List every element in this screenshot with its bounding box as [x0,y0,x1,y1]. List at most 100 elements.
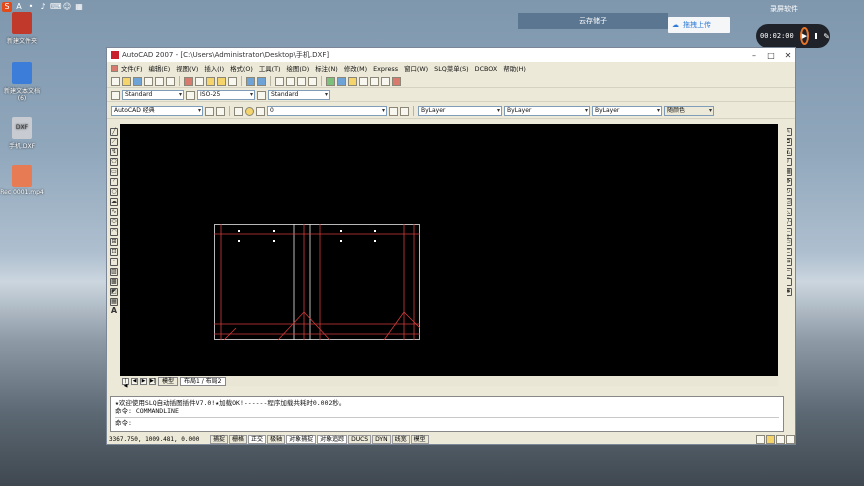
ducs-toggle[interactable]: DUCS [348,434,372,444]
paste-icon[interactable] [206,76,215,86]
table-icon[interactable]: ▦ [110,298,118,306]
clean-screen-icon[interactable] [786,434,795,444]
vertical-scrollbar[interactable] [779,124,787,376]
desktop-icon-text-doc[interactable]: 新建文本文档 (6) [0,62,44,102]
tool-palettes-icon[interactable] [348,76,357,86]
tab-first-icon[interactable]: |◀ [122,377,129,388]
menu-draw[interactable]: 绘图(D) [284,64,313,73]
markup-icon[interactable] [370,76,379,86]
ime-logo-icon[interactable]: S [2,2,12,12]
menu-modify[interactable]: 修改(M) [341,64,370,73]
copy-icon[interactable] [195,76,204,86]
help-icon[interactable] [392,76,401,86]
stop-icon[interactable] [815,33,818,39]
menu-help[interactable]: 帮助(H) [500,64,529,73]
sheet-set-icon[interactable] [359,76,368,86]
menu-dcbox[interactable]: DCBOX [472,65,501,73]
block-editor-icon[interactable] [228,76,237,86]
zoom-realtime-icon[interactable] [286,76,295,86]
color-select[interactable]: ByLayer [418,106,502,116]
polyline-icon[interactable]: ↯ [110,148,118,156]
snap-toggle[interactable]: 捕捉 [210,434,229,444]
lock-icon[interactable] [766,434,775,444]
menu-file[interactable]: 文件(F) [118,64,145,73]
region-icon[interactable]: ◩ [110,288,118,296]
preview-icon[interactable] [155,76,164,86]
save-icon[interactable] [133,76,142,86]
design-center-icon[interactable] [337,76,346,86]
layer-on-icon[interactable] [245,106,254,116]
plotstyle-select[interactable]: 随颜色 [664,106,714,116]
minimize-icon[interactable]: – [747,51,761,60]
window-titlebar[interactable]: AutoCAD 2007 - [C:\Users\Administrator\D… [107,48,795,62]
revision-cloud-icon[interactable]: ☁ [110,198,118,206]
ime-punct-icon[interactable]: • [26,2,36,12]
undo-icon[interactable] [246,76,255,86]
ime-tools-icon[interactable]: ▦ [74,2,84,12]
menu-slq[interactable]: SLQ菜单(S) [431,64,471,73]
pan-icon[interactable] [275,76,284,86]
ime-chinese-icon[interactable]: A [14,2,24,12]
ime-keyboard-icon[interactable]: ⌨ [50,2,62,12]
publish-icon[interactable] [166,76,175,86]
new-icon[interactable] [111,76,120,86]
text-style-select[interactable]: Standard [122,90,184,100]
osnap-toggle[interactable]: 对象捕捉 [286,434,317,444]
redo-icon[interactable] [257,76,266,86]
model-toggle[interactable]: 模型 [410,434,429,444]
pen-icon[interactable]: ✎ [823,32,830,41]
communication-center-icon[interactable] [756,434,765,444]
make-block-icon[interactable]: ⊡ [110,248,118,256]
point-icon[interactable]: · [110,258,118,266]
match-properties-icon[interactable] [217,76,226,86]
workspace-settings-icon[interactable] [205,106,214,116]
tab-last-icon[interactable]: ▶| [149,377,156,385]
polygon-icon[interactable]: ⬠ [110,158,118,166]
zoom-previous-icon[interactable] [308,76,317,86]
quickcalc-icon[interactable] [381,76,390,86]
dyn-toggle[interactable]: DYN [372,434,391,444]
menu-insert[interactable]: 插入(I) [201,64,227,73]
menu-edit[interactable]: 编辑(E) [145,64,173,73]
circle-icon[interactable]: ○ [110,188,118,196]
status-menu-icon[interactable] [776,434,785,444]
menu-express[interactable]: Express [370,65,401,73]
ortho-toggle[interactable]: 正交 [248,434,267,444]
document-icon[interactable] [111,65,118,72]
line-icon[interactable]: ╱ [110,128,118,136]
ellipse-icon[interactable]: ⬭ [110,218,118,226]
dim-style-select[interactable]: ISO-25 [197,90,255,100]
insert-block-icon[interactable]: ⊞ [110,238,118,246]
layer-previous-icon[interactable] [400,106,409,116]
tab-prev-icon[interactable]: ◀ [131,377,138,385]
lineweight-select[interactable]: ByLayer [592,106,662,116]
lineweight-toggle[interactable]: 线宽 [391,434,410,444]
properties-icon[interactable] [326,76,335,86]
layer-manager-icon[interactable] [234,106,243,116]
menu-tools[interactable]: 工具(T) [256,64,284,73]
ime-skin-icon[interactable]: ☺ [62,2,72,12]
cut-icon[interactable] [184,76,193,86]
workspace-select[interactable]: AutoCAD 经典 [111,106,203,116]
play-icon[interactable]: ▶ [799,27,810,45]
open-icon[interactable] [122,76,131,86]
rectangle-icon[interactable]: ▭ [110,168,118,176]
workspace-save-icon[interactable] [216,106,225,116]
ellipse-arc-icon[interactable]: ◠ [110,228,118,236]
mtext-icon[interactable]: A [110,307,118,316]
cloud-upload-button[interactable]: ☁ 拖拽上传 [668,17,730,33]
polar-toggle[interactable]: 极轴 [267,434,286,444]
menu-format[interactable]: 格式(O) [227,64,256,73]
menu-dimension[interactable]: 标注(N) [312,64,341,73]
ime-mic-icon[interactable]: ♪ [38,2,48,12]
zoom-window-icon[interactable] [297,76,306,86]
menu-window[interactable]: 窗口(W) [401,64,431,73]
construction-line-icon[interactable]: ⟋ [110,138,118,146]
spline-icon[interactable]: ∿ [110,208,118,216]
desktop-icon-video[interactable]: Rec 0001.mp4 [0,165,44,196]
hatch-icon[interactable]: ▨ [110,268,118,276]
otrack-toggle[interactable]: 对象追踪 [317,434,348,444]
gradient-icon[interactable]: ▩ [110,278,118,286]
maximize-icon[interactable]: □ [764,51,778,60]
tab-next-icon[interactable]: ▶ [140,377,147,385]
